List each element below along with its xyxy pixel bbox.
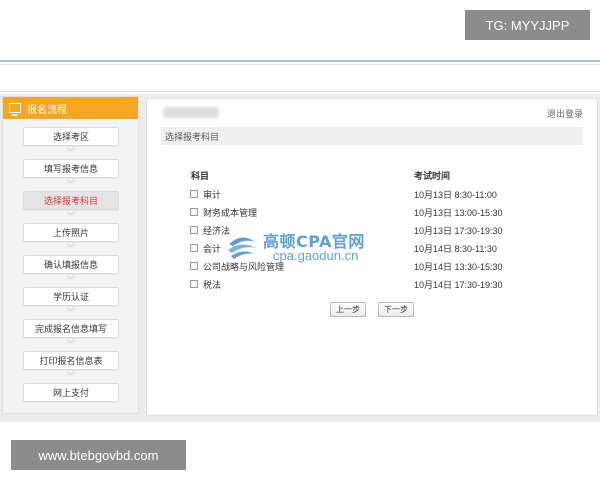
subject-checkbox[interactable]: [190, 226, 198, 234]
chevron-down-icon: ﹀: [67, 340, 75, 349]
gaodun-watermark: 高顿CPA官网 cpa.gaodun.cn: [225, 228, 385, 268]
subject-checkbox[interactable]: [190, 244, 198, 252]
step-select-subjects[interactable]: 选择报考科目: [23, 191, 119, 210]
step-upload-photo[interactable]: 上传照片: [23, 223, 119, 242]
subject-name: 会计: [203, 245, 222, 255]
monitor-icon: [9, 103, 21, 116]
exam-time: 10月14日 8:30-11:30: [414, 244, 497, 254]
top-divider: [0, 60, 600, 62]
step-online-payment[interactable]: 网上支付: [23, 383, 119, 402]
step-select-region[interactable]: 选择考区: [23, 127, 119, 146]
chevron-down-icon: ﹀: [67, 372, 75, 381]
chevron-down-icon: ﹀: [67, 308, 75, 317]
column-header-subject: 科目: [191, 172, 210, 182]
step-print-form[interactable]: 打印报名信息表: [23, 351, 119, 370]
subject-name: 税法: [203, 281, 222, 291]
subject-checkbox[interactable]: [190, 280, 198, 288]
exam-time: 10月13日 13:00-15:30: [414, 208, 503, 218]
sidebar-header-label: 报名流程: [27, 104, 67, 116]
header-band: [0, 64, 600, 92]
url-watermark-badge: www.btebgovbd.com: [11, 440, 186, 470]
exam-time: 10月14日 17:30-19:30: [414, 280, 503, 290]
sidebar-header: 报名流程: [3, 97, 138, 119]
step-list: 选择考区 ﹀ 填写报考信息 ﹀ 选择报考科目 ﹀ 上传照片 ﹀ 确认填报信息 ﹀…: [23, 127, 119, 402]
step-confirm-info[interactable]: 确认填报信息: [23, 255, 119, 274]
table-row: 税法 10月14日 17:30-19:30: [147, 276, 597, 294]
chevron-down-icon: ﹀: [67, 244, 75, 253]
column-header-time: 考试时间: [414, 172, 451, 182]
subject-name: 审计: [203, 191, 222, 201]
subject-checkbox[interactable]: [190, 190, 198, 198]
table-row: 财务成本管理 10月13日 13:00-15:30: [147, 204, 597, 222]
tg-watermark-badge: TG: MYYJJPP: [465, 10, 590, 40]
exam-time: 10月13日 17:30-19:30: [414, 226, 503, 236]
step-complete-info[interactable]: 完成报名信息填写: [23, 319, 119, 338]
next-step-button[interactable]: 下一步: [378, 302, 414, 317]
sidebar: 报名流程 选择考区 ﹀ 填写报考信息 ﹀ 选择报考科目 ﹀ 上传照片 ﹀ 确认填…: [2, 96, 139, 414]
chevron-down-icon: ﹀: [67, 180, 75, 189]
chevron-down-icon: ﹀: [67, 148, 75, 157]
gaodun-logo-icon: [228, 237, 256, 259]
subject-checkbox[interactable]: [190, 262, 198, 270]
table-row: 审计 10月13日 8:30-11:00: [147, 186, 597, 204]
section-title: 选择报考科目: [161, 127, 583, 145]
user-name-blurred: [163, 107, 219, 118]
exam-time: 10月14日 13:30-15:30: [414, 262, 503, 272]
exam-time: 10月13日 8:30-11:00: [414, 190, 497, 200]
chevron-down-icon: ﹀: [67, 212, 75, 221]
step-education-verify[interactable]: 学历认证: [23, 287, 119, 306]
subject-checkbox[interactable]: [190, 208, 198, 216]
step-fill-info[interactable]: 填写报考信息: [23, 159, 119, 178]
logout-link[interactable]: 退出登录: [547, 107, 583, 120]
chevron-down-icon: ﹀: [67, 276, 75, 285]
subject-name: 财务成本管理: [203, 209, 258, 219]
prev-step-button[interactable]: 上一步: [330, 302, 366, 317]
watermark-url: cpa.gaodun.cn: [273, 248, 359, 263]
